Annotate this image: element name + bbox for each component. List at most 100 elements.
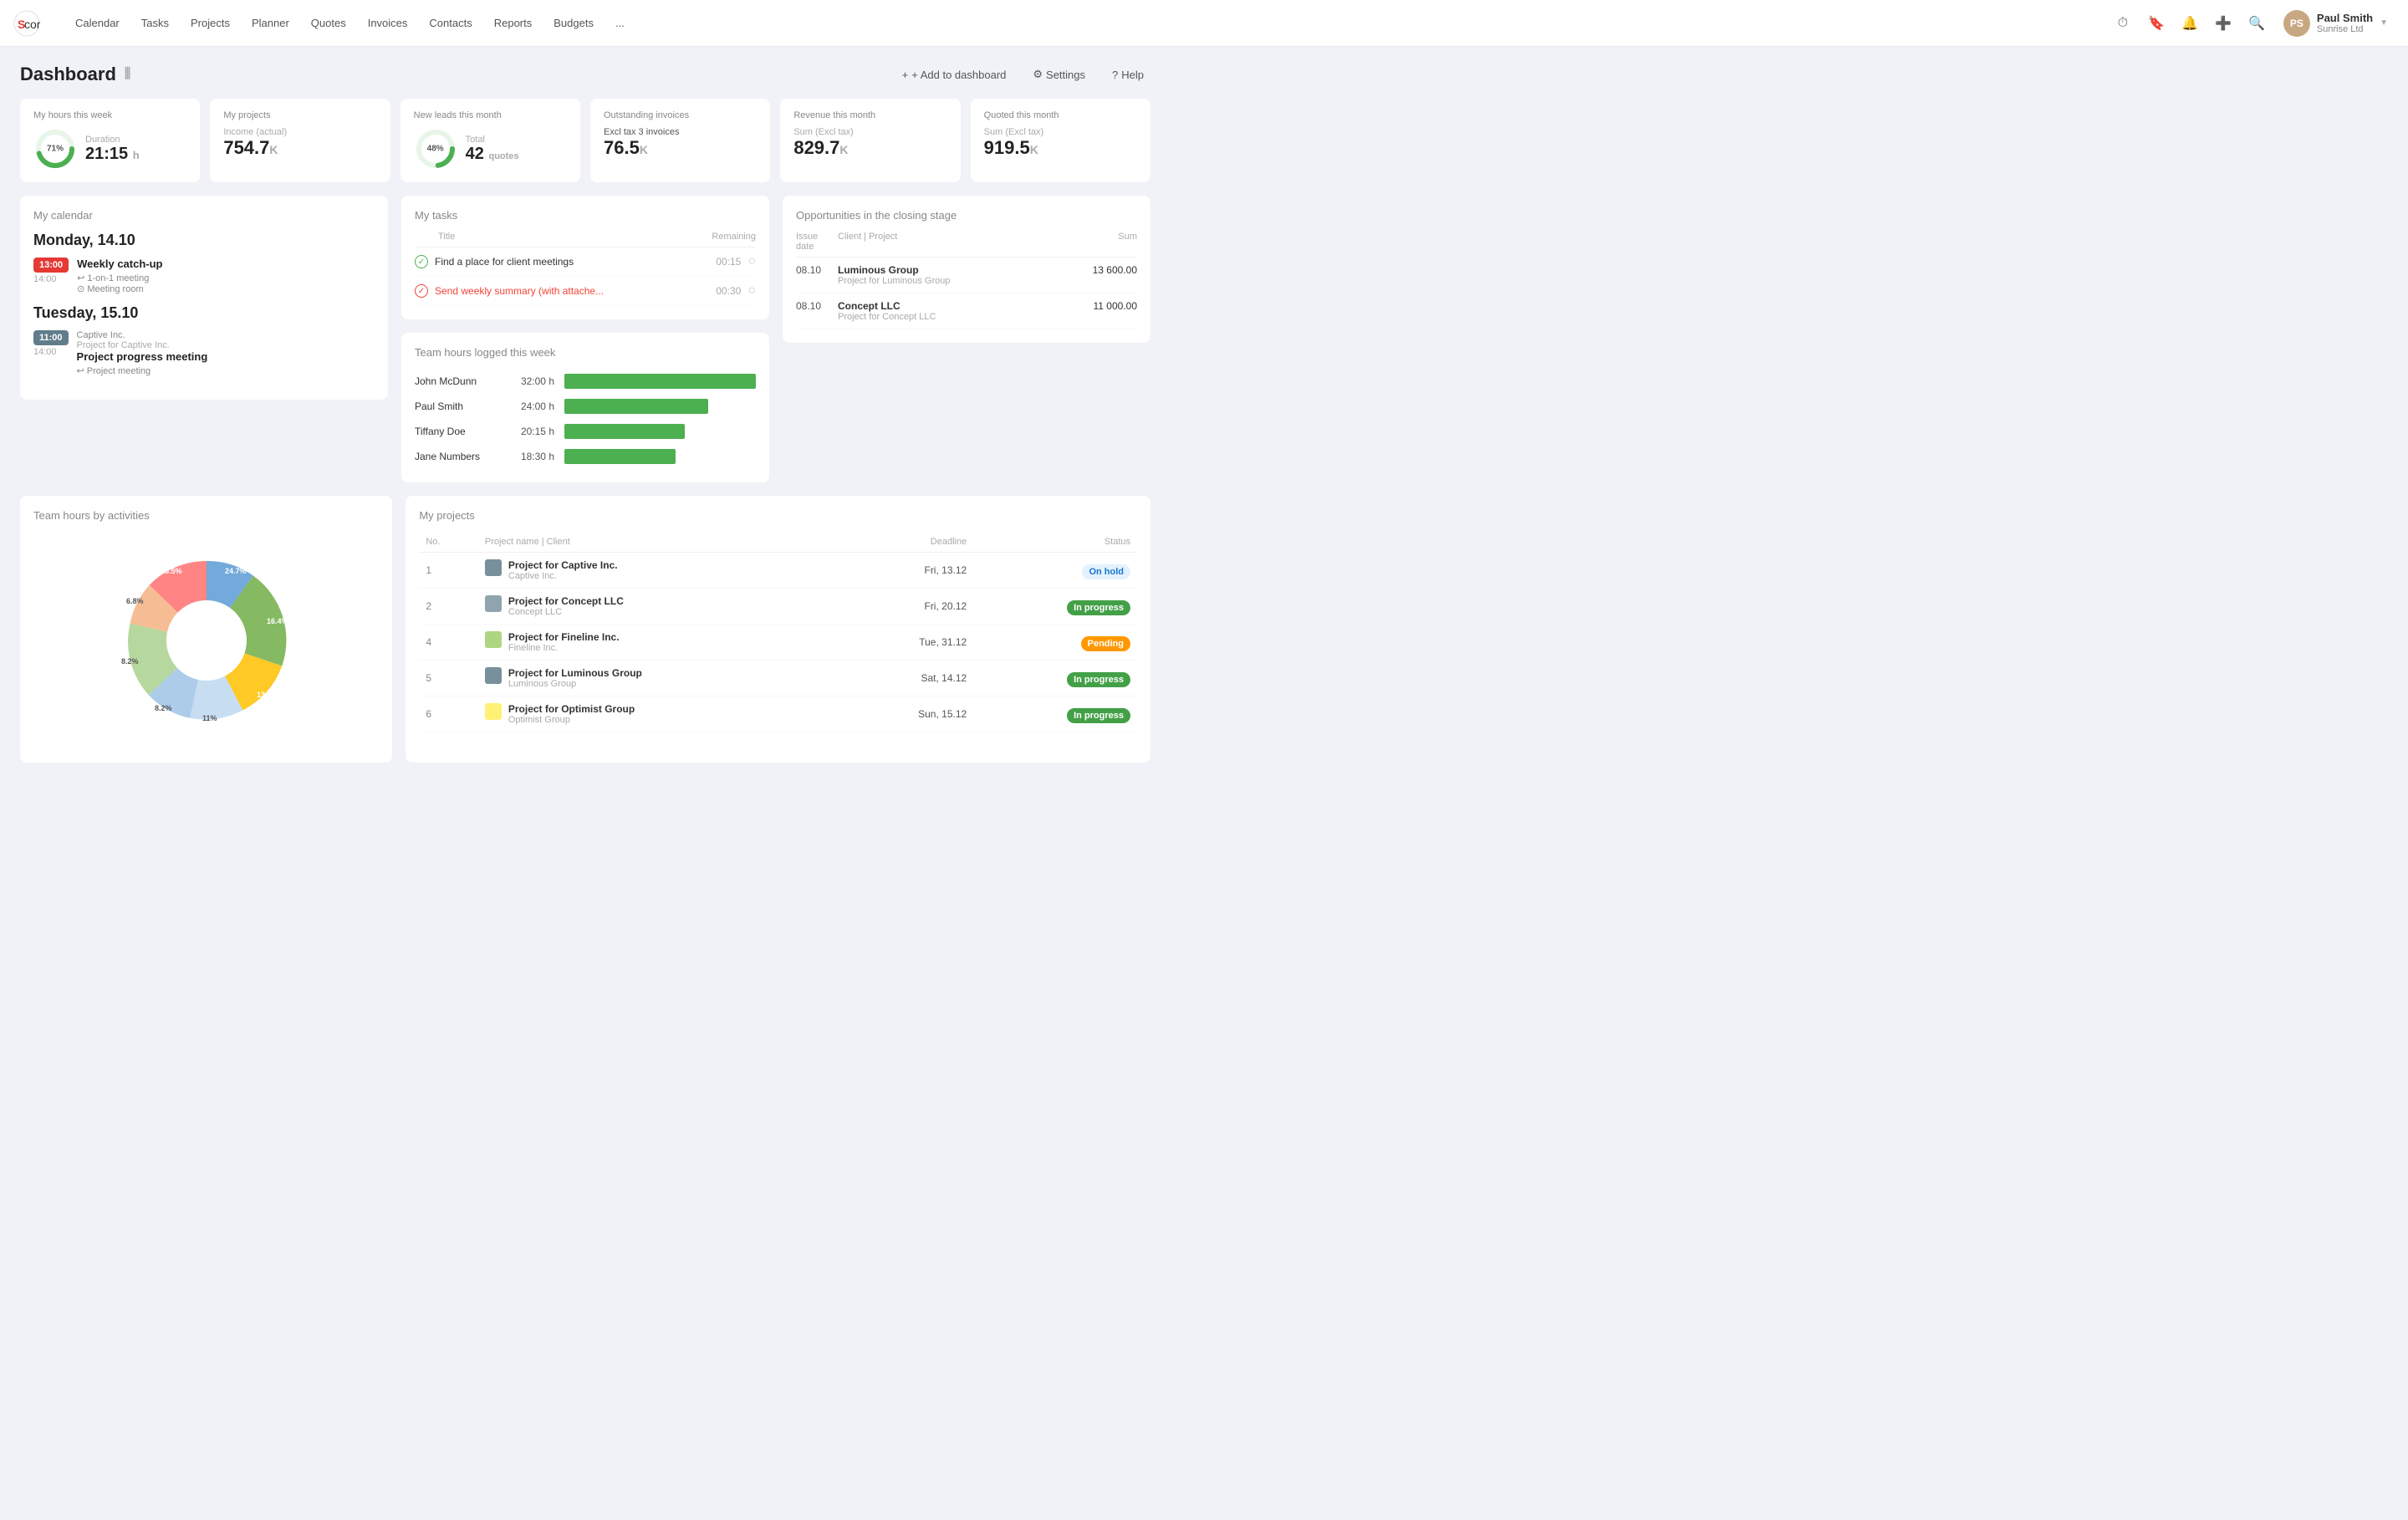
nav-more[interactable]: ... — [605, 12, 635, 34]
logo[interactable]: S coro — [13, 10, 45, 37]
nav-quotes[interactable]: Quotes — [301, 12, 356, 34]
team-bar — [564, 374, 756, 389]
team-hours-val: 18:30 h — [508, 451, 554, 462]
plus-icon[interactable]: ➕ — [2210, 10, 2237, 37]
calendar-day-1: Monday, 14.10 — [33, 232, 375, 249]
table-row[interactable]: 6 Project for Optimist Group Optimist Gr… — [419, 696, 1137, 732]
project-name: Project for Luminous Group — [838, 276, 1093, 286]
task-title: Find a place for client meetings — [435, 256, 709, 268]
project-num: 4 — [419, 625, 478, 661]
project-info: Project for Fineline Inc. Fineline Inc. — [478, 625, 842, 661]
svg-text:11%: 11% — [202, 714, 217, 722]
stat-value: 829.7K — [793, 137, 854, 159]
pie-chart: 24.7% 16.4% 13.7% 11% 8.2% 8.2% — [33, 532, 379, 749]
tasks-card: My tasks Title Remaining ✓ Find a place … — [401, 196, 769, 319]
dashboard-title: Dashboard ⫼ — [20, 64, 130, 85]
project-deadline: Sat, 14.12 — [841, 661, 973, 696]
event-location: ⊙ Meeting room — [77, 283, 375, 294]
svg-text:5.5%: 5.5% — [165, 567, 182, 575]
bell-icon[interactable]: 🔔 — [2176, 10, 2203, 37]
table-row[interactable]: 2 Project for Concept LLC Concept LLC Fr… — [419, 589, 1137, 625]
table-row[interactable]: 4 Project for Fineline Inc. Fineline Inc… — [419, 625, 1137, 661]
team-bar-wrap — [564, 424, 756, 439]
stat-body: Sum (Excl tax) 829.7K — [793, 127, 946, 159]
team-bar-wrap — [564, 399, 756, 414]
svg-text:16.4%: 16.4% — [267, 617, 288, 625]
donut-label: 71% — [47, 145, 64, 154]
filter-icon[interactable]: ⫼ — [125, 67, 130, 82]
task-title: Send weekly summary (with attache... — [435, 285, 709, 297]
help-button[interactable]: ? Help — [1105, 65, 1150, 84]
table-row[interactable]: 5 Project for Luminous Group Luminous Gr… — [419, 661, 1137, 696]
calendar-day-2: Tuesday, 15.10 — [33, 304, 375, 322]
nav-calendar[interactable]: Calendar — [65, 12, 130, 34]
project-status: In progress — [973, 696, 1137, 732]
nav-planner[interactable]: Planner — [242, 12, 299, 34]
svg-text:8.2%: 8.2% — [121, 657, 139, 666]
arrow-icon: ↩ — [77, 273, 84, 283]
main-nav: S coro Calendar Tasks Projects Planner Q… — [0, 0, 2408, 47]
project-info: Project for Captive Inc. Captive Inc. — [478, 553, 842, 589]
stat-card-leads: New leads this month 48% Total 42 quotes — [400, 99, 580, 182]
stat-label: Quoted this month — [984, 110, 1137, 120]
donut-chart: 48% — [414, 127, 457, 171]
nav-budgets[interactable]: Budgets — [543, 12, 604, 34]
opp-header: Issue date Client | Project Sum — [796, 232, 1137, 258]
nav-contacts[interactable]: Contacts — [419, 12, 482, 34]
nav-tasks[interactable]: Tasks — [131, 12, 179, 34]
opp-date: 08.10 — [796, 264, 838, 276]
project-name: Project for Concept LLC — [838, 312, 1094, 322]
user-name: Paul Smith — [2317, 12, 2373, 24]
search-icon[interactable]: 🔍 — [2243, 10, 2270, 37]
complete-icon[interactable]: ○ — [747, 283, 756, 298]
bookmark-icon[interactable]: 🔖 — [2143, 10, 2170, 37]
team-hours-card: Team hours logged this week John McDunn … — [401, 333, 769, 482]
stat-value: 42 quotes — [466, 145, 519, 164]
col-name: Project name | Client — [478, 532, 842, 553]
task-checkbox[interactable]: ✓ — [415, 255, 428, 268]
event-title: Weekly catch-up — [77, 258, 375, 270]
add-to-dashboard-button[interactable]: + + Add to dashboard — [895, 65, 1013, 84]
event-type: ↩ 1-on-1 meeting — [77, 273, 149, 283]
event-start-time: 13:00 — [33, 258, 69, 273]
pie-title: Team hours by activities — [33, 509, 379, 522]
task-checkbox[interactable]: ✓ — [415, 284, 428, 298]
stat-value: 21:15 h — [85, 145, 140, 164]
task-row[interactable]: ✓ Send weekly summary (with attache... 0… — [415, 277, 756, 306]
stat-sub: Income (actual) — [223, 127, 287, 137]
calendar-event-1[interactable]: 13:00 14:00 Weekly catch-up ↩ 1-on-1 mee… — [33, 258, 375, 294]
my-projects-card: My projects No. Project name | Client De… — [406, 496, 1150, 763]
nav-invoices[interactable]: Invoices — [358, 12, 418, 34]
settings-button[interactable]: ⚙ Settings — [1026, 64, 1092, 84]
team-bar-wrap — [564, 449, 756, 464]
svg-text:24.7%: 24.7% — [225, 567, 247, 575]
stat-card-projects: My projects Income (actual) 754.7K — [210, 99, 390, 182]
page-title: Dashboard — [20, 64, 116, 85]
nav-links: Calendar Tasks Projects Planner Quotes I… — [65, 12, 2110, 34]
user-company: Sunrise Ltd — [2317, 24, 2373, 34]
opp-row[interactable]: 08.10 Luminous Group Project for Luminou… — [796, 258, 1137, 293]
nav-reports[interactable]: Reports — [484, 12, 543, 34]
stat-value: 754.7K — [223, 137, 287, 159]
avatar: PS — [2283, 10, 2310, 37]
project-num: 2 — [419, 589, 478, 625]
team-bar — [564, 424, 685, 439]
event-details: Captive Inc. Project for Captive Inc. Pr… — [77, 330, 375, 376]
location-icon: ⊙ — [77, 283, 84, 294]
timer-icon[interactable]: ⏱ — [2110, 10, 2136, 37]
event-start-time: 11:00 — [33, 330, 69, 345]
project-deadline: Fri, 20.12 — [841, 589, 973, 625]
col-deadline: Deadline — [841, 532, 973, 553]
event-meta: ↩ 1-on-1 meeting — [77, 273, 375, 283]
user-area[interactable]: PS Paul Smith Sunrise Ltd ▼ — [2277, 7, 2395, 40]
stat-label: My hours this week — [33, 110, 186, 120]
table-row[interactable]: 1 Project for Captive Inc. Captive Inc. … — [419, 553, 1137, 589]
opp-row[interactable]: 08.10 Concept LLC Project for Concept LL… — [796, 293, 1137, 329]
calendar-event-2[interactable]: 11:00 14:00 Captive Inc. Project for Cap… — [33, 330, 375, 376]
complete-icon[interactable]: ○ — [747, 254, 756, 269]
arrow-icon: ↩ — [77, 365, 84, 376]
event-project: Project for Captive Inc. — [77, 340, 375, 350]
nav-projects[interactable]: Projects — [181, 12, 240, 34]
stat-body: 48% Total 42 quotes — [414, 127, 567, 171]
task-row[interactable]: ✓ Find a place for client meetings 00:15… — [415, 247, 756, 277]
